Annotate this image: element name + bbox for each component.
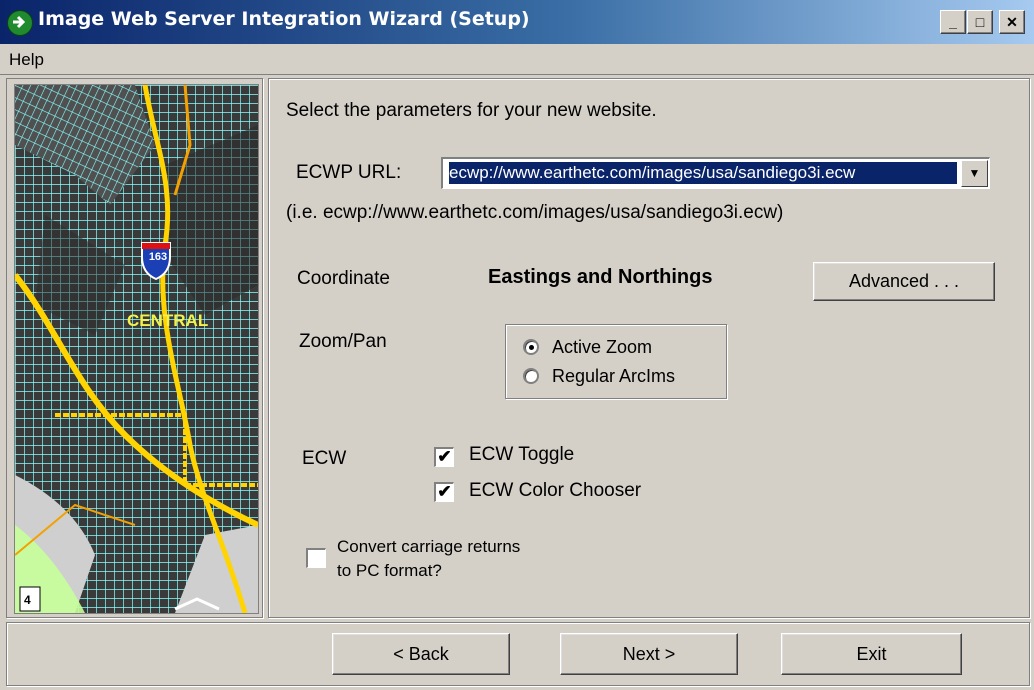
checkmark-icon: ✔: [437, 482, 452, 501]
checkmark-icon: ✔: [437, 447, 452, 466]
highway-shield-label: 163: [148, 251, 168, 263]
close-icon: ✕: [1006, 14, 1018, 30]
dropdown-button[interactable]: ▼: [961, 160, 988, 187]
maximize-button[interactable]: □: [967, 10, 993, 34]
window-title: Image Web Server Integration Wizard (Set…: [38, 8, 530, 30]
coordinate-value: Eastings and Northings: [488, 266, 713, 288]
close-button[interactable]: ✕: [999, 10, 1025, 34]
ecwp-url-hint: (i.e. ecwp://www.earthetc.com/images/usa…: [286, 202, 784, 223]
minimize-button[interactable]: _: [940, 10, 966, 34]
menu-bar: Help: [0, 44, 1034, 75]
back-button[interactable]: < Back: [332, 633, 510, 675]
zoom-pan-group: Active Zoom Regular ArcIms: [505, 324, 727, 399]
ecwp-url-combobox[interactable]: ecwp://www.earthetc.com/images/usa/sandi…: [441, 157, 990, 189]
ecw-toggle-label[interactable]: ECW Toggle: [469, 444, 574, 466]
ecw-label: ECW: [302, 448, 347, 469]
map-image: 163 CENTRAL 4: [14, 84, 259, 614]
title-bar[interactable]: Image Web Server Integration Wizard (Set…: [0, 0, 1034, 44]
menu-help[interactable]: Help: [9, 50, 44, 70]
radio-regular-arcims[interactable]: [523, 368, 539, 384]
convert-crlf-label-line2[interactable]: to PC format?: [337, 561, 442, 581]
ecw-color-chooser-label[interactable]: ECW Color Chooser: [469, 480, 641, 502]
radio-active-zoom-label[interactable]: Active Zoom: [552, 337, 652, 358]
convert-crlf-label-line1[interactable]: Convert carriage returns: [337, 537, 520, 557]
radio-selected-dot: [529, 345, 534, 350]
coordinate-label: Coordinate: [297, 268, 390, 289]
minimize-icon: _: [949, 14, 957, 30]
ecw-color-chooser-checkbox[interactable]: ✔: [434, 482, 454, 502]
chevron-down-icon: ▼: [968, 166, 981, 180]
ecwp-url-input[interactable]: ecwp://www.earthetc.com/images/usa/sandi…: [449, 162, 957, 184]
zoom-pan-label: Zoom/Pan: [299, 331, 387, 352]
instruction-text: Select the parameters for your new websi…: [286, 100, 657, 121]
ecwp-url-label: ECWP URL:: [296, 162, 402, 183]
advanced-button[interactable]: Advanced . . .: [813, 262, 995, 301]
app-icon: [7, 10, 33, 36]
maximize-icon: □: [975, 14, 985, 30]
ecw-toggle-checkbox[interactable]: ✔: [434, 447, 454, 467]
map-area-label: CENTRAL: [127, 311, 209, 330]
next-button[interactable]: Next >: [560, 633, 738, 675]
radio-active-zoom[interactable]: [523, 339, 539, 355]
radio-regular-arcims-label[interactable]: Regular ArcIms: [552, 366, 675, 387]
exit-button[interactable]: Exit: [781, 633, 962, 675]
convert-crlf-checkbox[interactable]: [306, 548, 326, 568]
map-graphic: [15, 85, 258, 613]
route-shield-label: 4: [24, 593, 31, 607]
